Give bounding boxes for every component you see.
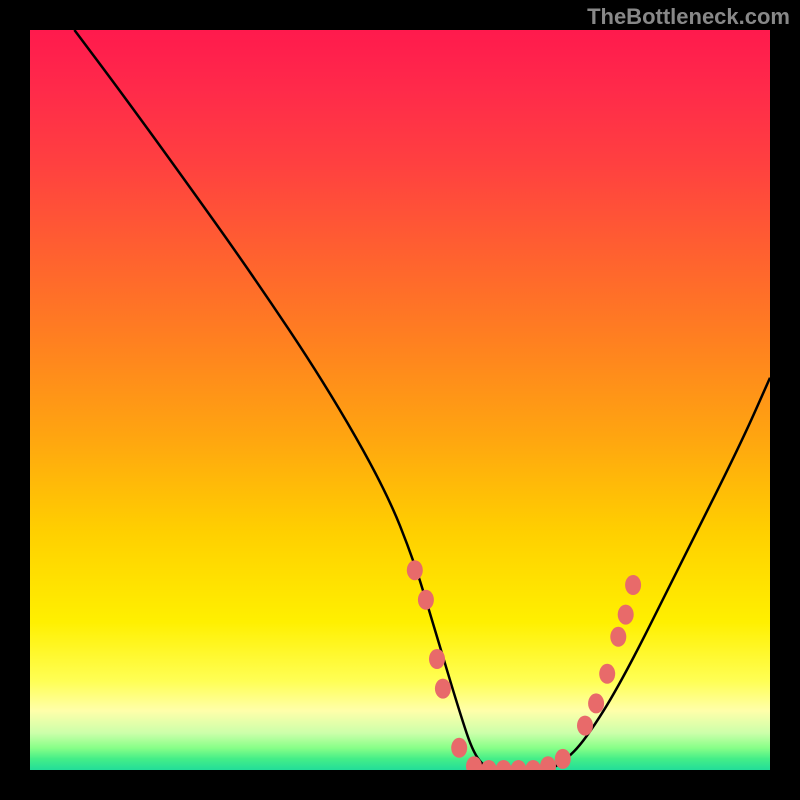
curve-marker bbox=[466, 756, 482, 770]
bottleneck-curve bbox=[74, 30, 770, 770]
curve-marker bbox=[588, 693, 604, 713]
curve-marker bbox=[610, 627, 626, 647]
chart-area bbox=[30, 30, 770, 770]
curve-marker bbox=[418, 590, 434, 610]
curve-marker bbox=[407, 560, 423, 580]
curve-marker bbox=[599, 664, 615, 684]
curve-marker bbox=[625, 575, 641, 595]
curve-marker bbox=[435, 679, 451, 699]
curve-marker bbox=[577, 716, 593, 736]
curve-marker bbox=[540, 756, 556, 770]
curve-marker bbox=[481, 760, 497, 770]
chart-svg bbox=[30, 30, 770, 770]
curve-marker bbox=[525, 760, 541, 770]
curve-marker bbox=[618, 605, 634, 625]
curve-marker bbox=[451, 738, 467, 758]
curve-marker bbox=[429, 649, 445, 669]
watermark-label: TheBottleneck.com bbox=[587, 4, 790, 30]
curve-marker bbox=[496, 760, 512, 770]
curve-marker bbox=[555, 749, 571, 769]
curve-markers bbox=[407, 560, 641, 770]
curve-marker bbox=[510, 760, 526, 770]
